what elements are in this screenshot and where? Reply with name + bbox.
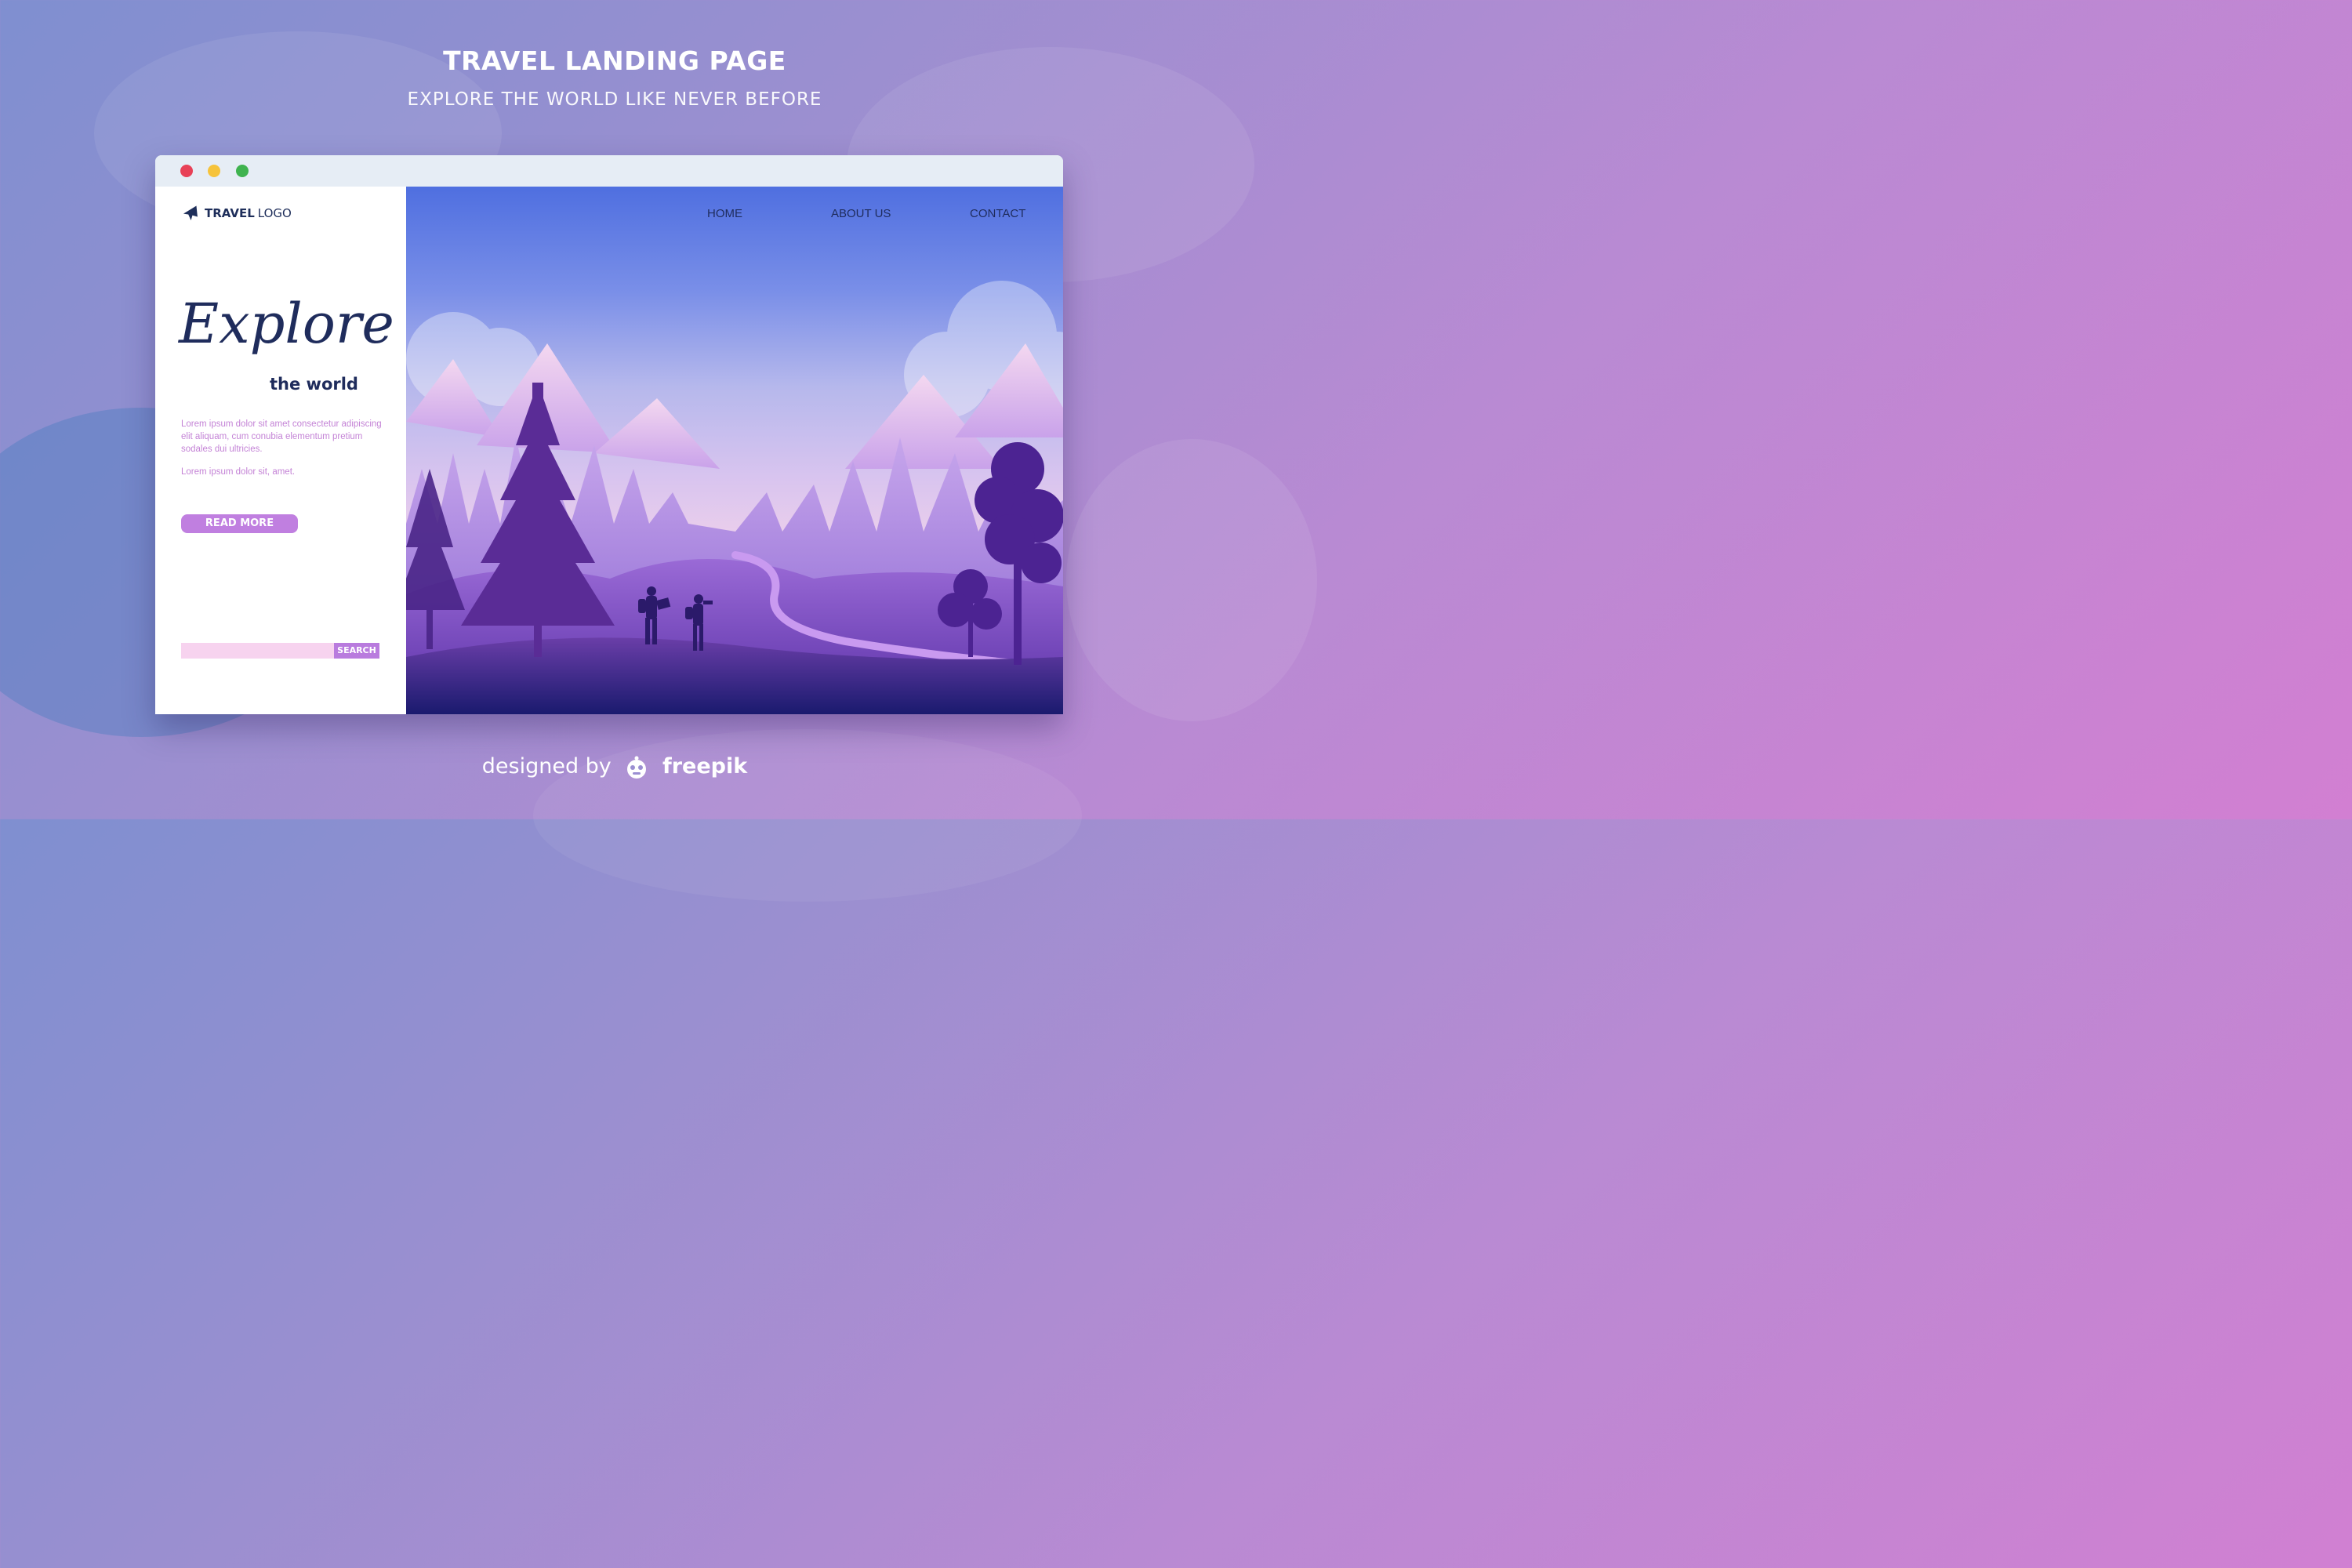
- search-input[interactable]: [181, 643, 334, 659]
- credit-prefix: designed by: [481, 754, 612, 779]
- hero-paragraph-2: Lorem ipsum dolor sit, amet.: [181, 467, 296, 477]
- maximize-dot-icon[interactable]: [236, 165, 249, 177]
- browser-titlebar: [155, 155, 1063, 187]
- freepik-brand: freepik: [662, 754, 748, 779]
- search-button[interactable]: SEARCH: [334, 643, 379, 659]
- nav-about-us[interactable]: ABOUT US: [831, 207, 891, 220]
- nav-home[interactable]: HOME: [707, 207, 742, 220]
- plane-icon: [183, 205, 198, 221]
- travel-logo[interactable]: TRAVEL LOGO: [181, 204, 292, 223]
- page-subtitle: EXPLORE THE WORLD LIKE NEVER BEFORE: [407, 89, 822, 110]
- forest-landscape-illustration: [406, 281, 1063, 714]
- footer-credit: designed by freepik: [0, 754, 1229, 779]
- logo-light-text: LOGO: [257, 206, 292, 220]
- read-more-button[interactable]: READ MORE: [181, 514, 298, 533]
- search-bar: SEARCH: [181, 643, 379, 659]
- left-panel: TRAVEL LOGO Explore the world Lorem ipsu…: [155, 187, 406, 714]
- minimize-dot-icon[interactable]: [208, 165, 220, 177]
- hero-subheadline: the world: [270, 375, 358, 394]
- browser-window: TRAVEL LOGO Explore the world Lorem ipsu…: [155, 155, 1063, 714]
- hero-image: HOME ABOUT US CONTACT: [406, 187, 1063, 714]
- hero-paragraph: Lorem ipsum dolor sit amet consectetur a…: [181, 419, 382, 454]
- freepik-logo-icon: [627, 756, 647, 779]
- close-dot-icon[interactable]: [180, 165, 193, 177]
- nav-contact[interactable]: CONTACT: [970, 207, 1025, 220]
- clouds: [406, 281, 1063, 418]
- hero-headline: Explore: [179, 292, 394, 356]
- page-title: TRAVEL LANDING PAGE: [443, 45, 786, 76]
- logo-bold-text: TRAVEL: [205, 206, 255, 220]
